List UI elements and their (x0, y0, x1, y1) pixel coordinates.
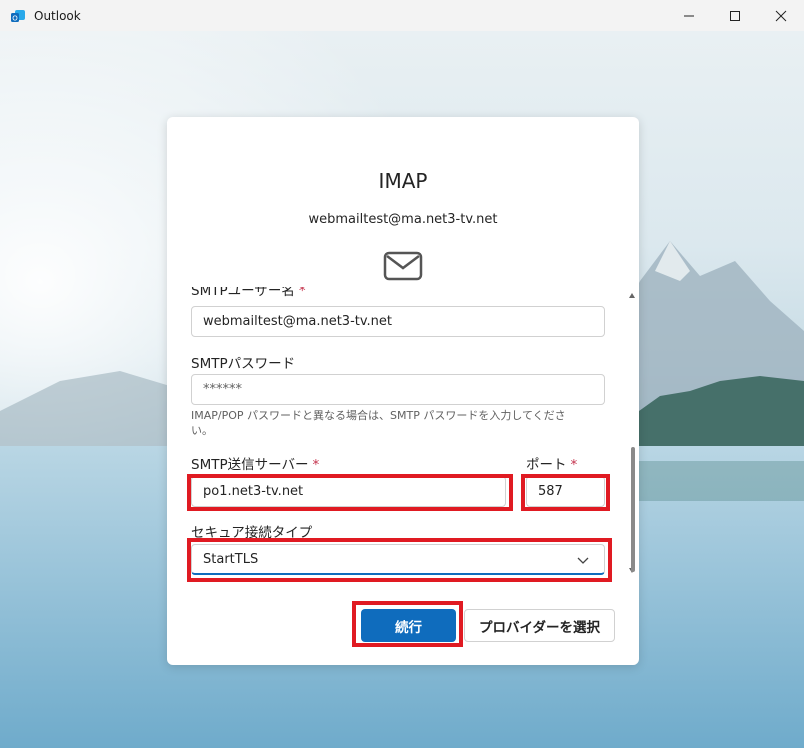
minimize-icon (684, 15, 694, 16)
form-scroll-area[interactable]: SMTPユーザー名 * webmailtest@ma.net3-tv.net SM… (167, 287, 639, 577)
svg-text:O: O (12, 14, 18, 22)
continue-button-highlight (352, 601, 463, 647)
outlook-app-icon: O (10, 8, 26, 24)
smtp-user-label: SMTPユーザー名 * (191, 287, 306, 299)
port-highlight (521, 474, 610, 511)
smtp-password-input[interactable]: ****** (191, 374, 605, 405)
close-icon (775, 10, 787, 21)
choose-provider-button[interactable]: プロバイダーを選択 (464, 609, 615, 642)
maximize-button[interactable] (712, 0, 758, 31)
title-bar: O Outlook (0, 0, 804, 32)
minimize-button[interactable] (666, 0, 712, 31)
smtp-password-label: SMTPパスワード (191, 356, 296, 372)
account-email: webmailtest@ma.net3-tv.net (308, 212, 498, 227)
scrollbar-thumb[interactable] (631, 447, 635, 572)
smtp-user-input[interactable]: webmailtest@ma.net3-tv.net (191, 306, 605, 337)
close-button[interactable] (758, 0, 804, 31)
window-title: Outlook (34, 8, 81, 23)
password-help-text: IMAP/POP パスワードと異なる場合は、SMTP パスワードを入力してくださ… (191, 409, 566, 437)
secure-connection-highlight (187, 538, 612, 582)
maximize-icon (730, 10, 740, 21)
smtp-server-label: SMTP送信サーバー * (191, 457, 320, 473)
dialog-title: IMAP (378, 169, 428, 193)
imap-settings-dialog: IMAP webmailtest@ma.net3-tv.net SMTPユーザー… (167, 117, 639, 665)
envelope-icon (383, 251, 423, 281)
smtp-server-highlight (187, 474, 513, 511)
port-label: ポート * (526, 457, 578, 473)
